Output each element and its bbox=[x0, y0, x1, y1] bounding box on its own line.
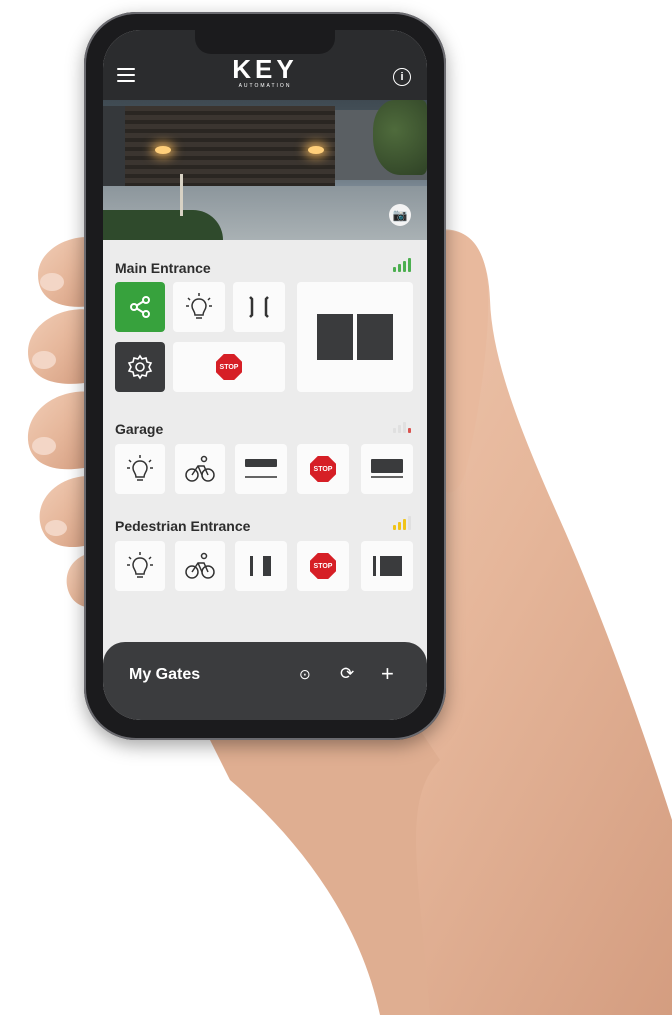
my-gates-title[interactable]: My Gates bbox=[129, 666, 200, 684]
info-icon[interactable]: i bbox=[393, 68, 411, 86]
stop-sign-icon: STOP bbox=[310, 553, 336, 579]
camera-scene-lawn bbox=[103, 210, 223, 240]
share-icon bbox=[130, 296, 150, 318]
camera-scene-gate bbox=[125, 106, 335, 186]
camera-scene-tree bbox=[373, 100, 427, 175]
section-title-garage: Garage bbox=[115, 421, 164, 437]
gate-open-icon bbox=[249, 296, 269, 318]
light-bulb-icon bbox=[127, 552, 153, 578]
section-title-main-entrance: Main Entrance bbox=[115, 260, 211, 276]
signal-strength-icon bbox=[393, 258, 411, 272]
logo-text: KEY bbox=[232, 54, 298, 84]
light-bulb-icon bbox=[127, 455, 153, 481]
download-icon[interactable]: ⊙ bbox=[299, 664, 311, 684]
light-bulb-icon bbox=[186, 293, 212, 319]
bottom-bar: My Gates ⊙ ⟳ + bbox=[103, 642, 427, 720]
key-automation-logo: KEY AUTOMATION bbox=[215, 56, 315, 90]
camera-scene-light bbox=[155, 146, 171, 154]
section-title-pedestrian-entrance: Pedestrian Entrance bbox=[115, 518, 251, 534]
pedestrian-gate-open-button[interactable] bbox=[235, 541, 287, 591]
stop-sign-icon: STOP bbox=[216, 354, 242, 380]
refresh-icon[interactable]: ⟳ bbox=[340, 664, 354, 684]
signal-strength-icon bbox=[393, 516, 411, 530]
camera-scene-light bbox=[308, 146, 324, 154]
garage-status-button[interactable] bbox=[361, 444, 413, 494]
cyclist-button[interactable] bbox=[175, 541, 225, 591]
bicycle-icon bbox=[185, 455, 215, 482]
camera-scene-post bbox=[180, 174, 183, 216]
bicycle-icon bbox=[185, 552, 215, 579]
light-button[interactable] bbox=[115, 444, 165, 494]
stop-button[interactable]: STOP bbox=[297, 444, 349, 494]
light-button[interactable] bbox=[173, 282, 225, 332]
gear-icon bbox=[127, 354, 153, 380]
share-button[interactable] bbox=[115, 282, 165, 332]
camera-feed[interactable]: 📷 bbox=[103, 100, 427, 240]
pedestrian-gate-status-button[interactable] bbox=[361, 541, 413, 591]
settings-button[interactable] bbox=[115, 342, 165, 392]
cyclist-button[interactable] bbox=[175, 444, 225, 494]
app-screen: KEY AUTOMATION i 📷 Main Entrance STOP Ga… bbox=[103, 30, 427, 720]
pedestrian-gate-closed-icon bbox=[373, 556, 402, 576]
gate-status-button[interactable] bbox=[297, 282, 413, 392]
gate-open-button[interactable] bbox=[233, 282, 285, 332]
stop-sign-icon: STOP bbox=[310, 456, 336, 482]
camera-icon[interactable]: 📷 bbox=[389, 204, 411, 226]
gate-closed-icon bbox=[317, 314, 393, 360]
signal-strength-icon bbox=[393, 419, 411, 433]
garage-door-open-icon bbox=[245, 459, 277, 478]
add-icon[interactable]: + bbox=[381, 663, 394, 685]
light-button[interactable] bbox=[115, 541, 165, 591]
pedestrian-gate-open-icon bbox=[250, 556, 271, 576]
stop-button[interactable]: STOP bbox=[173, 342, 285, 392]
logo-subtext: AUTOMATION bbox=[238, 83, 292, 89]
hamburger-menu-icon[interactable] bbox=[117, 68, 135, 82]
garage-open-button[interactable] bbox=[235, 444, 287, 494]
stop-button[interactable]: STOP bbox=[297, 541, 349, 591]
garage-door-closed-icon bbox=[371, 459, 403, 478]
phone-notch bbox=[195, 30, 335, 54]
